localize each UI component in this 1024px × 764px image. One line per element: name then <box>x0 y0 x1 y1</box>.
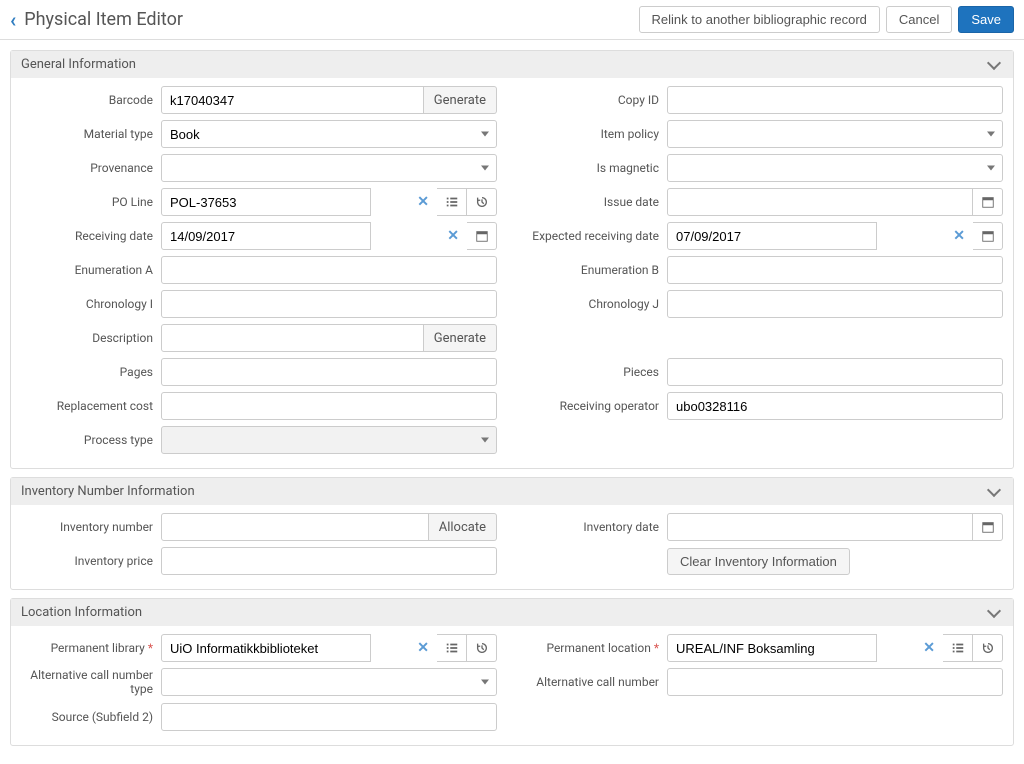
magnetic-select[interactable] <box>667 154 1003 182</box>
pages-input[interactable] <box>161 358 497 386</box>
clear-poline-icon[interactable]: ✕ <box>417 194 429 210</box>
policy-select[interactable] <box>667 120 1003 148</box>
clear-exprecvdate-icon[interactable]: ✕ <box>953 228 965 244</box>
chevron-down-icon <box>989 57 1003 72</box>
invnum-input[interactable] <box>161 513 429 541</box>
back-icon[interactable]: ‹ <box>10 8 16 32</box>
page-title: Physical Item Editor <box>24 9 632 30</box>
altcalltype-select[interactable] <box>161 668 497 696</box>
list-icon[interactable] <box>437 634 467 662</box>
history-icon[interactable] <box>467 188 497 216</box>
permloc-input[interactable] <box>667 634 877 662</box>
source-input[interactable] <box>161 703 497 731</box>
relink-button[interactable]: Relink to another bibliographic record <box>639 6 880 33</box>
calendar-icon[interactable] <box>973 222 1003 250</box>
history-icon[interactable] <box>973 634 1003 662</box>
copyid-input[interactable] <box>667 86 1003 114</box>
save-button[interactable]: Save <box>958 6 1014 33</box>
issuedate-input[interactable] <box>667 188 973 216</box>
barcode-input[interactable] <box>161 86 424 114</box>
clear-recvdate-icon[interactable]: ✕ <box>447 228 459 244</box>
clear-permlib-icon[interactable]: ✕ <box>417 640 429 656</box>
desc-input[interactable] <box>161 324 424 352</box>
section-location-header[interactable]: Location Information <box>11 599 1013 626</box>
clear-inventory-button[interactable]: Clear Inventory Information <box>667 548 850 575</box>
cancel-button[interactable]: Cancel <box>886 6 952 33</box>
chevron-down-icon <box>989 484 1003 499</box>
section-general-header[interactable]: General Information <box>11 51 1013 78</box>
replcost-input[interactable] <box>161 392 497 420</box>
material-select[interactable] <box>161 120 497 148</box>
list-icon[interactable] <box>437 188 467 216</box>
recvop-input[interactable] <box>667 392 1003 420</box>
generate-barcode-button[interactable]: Generate <box>424 86 497 114</box>
generate-desc-button[interactable]: Generate <box>424 324 497 352</box>
recvdate-input[interactable] <box>161 222 371 250</box>
altcall-input[interactable] <box>667 668 1003 696</box>
calendar-icon[interactable] <box>973 513 1003 541</box>
invprice-input[interactable] <box>161 547 497 575</box>
enumB-input[interactable] <box>667 256 1003 284</box>
history-icon[interactable] <box>467 634 497 662</box>
calendar-icon[interactable] <box>467 222 497 250</box>
provenance-select[interactable] <box>161 154 497 182</box>
calendar-icon[interactable] <box>973 188 1003 216</box>
chevron-down-icon <box>989 605 1003 620</box>
allocate-button[interactable]: Allocate <box>429 513 497 541</box>
poline-input[interactable] <box>161 188 371 216</box>
exprecvdate-input[interactable] <box>667 222 877 250</box>
permlib-input[interactable] <box>161 634 371 662</box>
chronI-input[interactable] <box>161 290 497 318</box>
section-inventory-header[interactable]: Inventory Number Information <box>11 478 1013 505</box>
pieces-input[interactable] <box>667 358 1003 386</box>
list-icon[interactable] <box>943 634 973 662</box>
clear-permloc-icon[interactable]: ✕ <box>923 640 935 656</box>
enumA-input[interactable] <box>161 256 497 284</box>
chronJ-input[interactable] <box>667 290 1003 318</box>
invdate-input[interactable] <box>667 513 973 541</box>
proctype-select[interactable] <box>161 426 497 454</box>
